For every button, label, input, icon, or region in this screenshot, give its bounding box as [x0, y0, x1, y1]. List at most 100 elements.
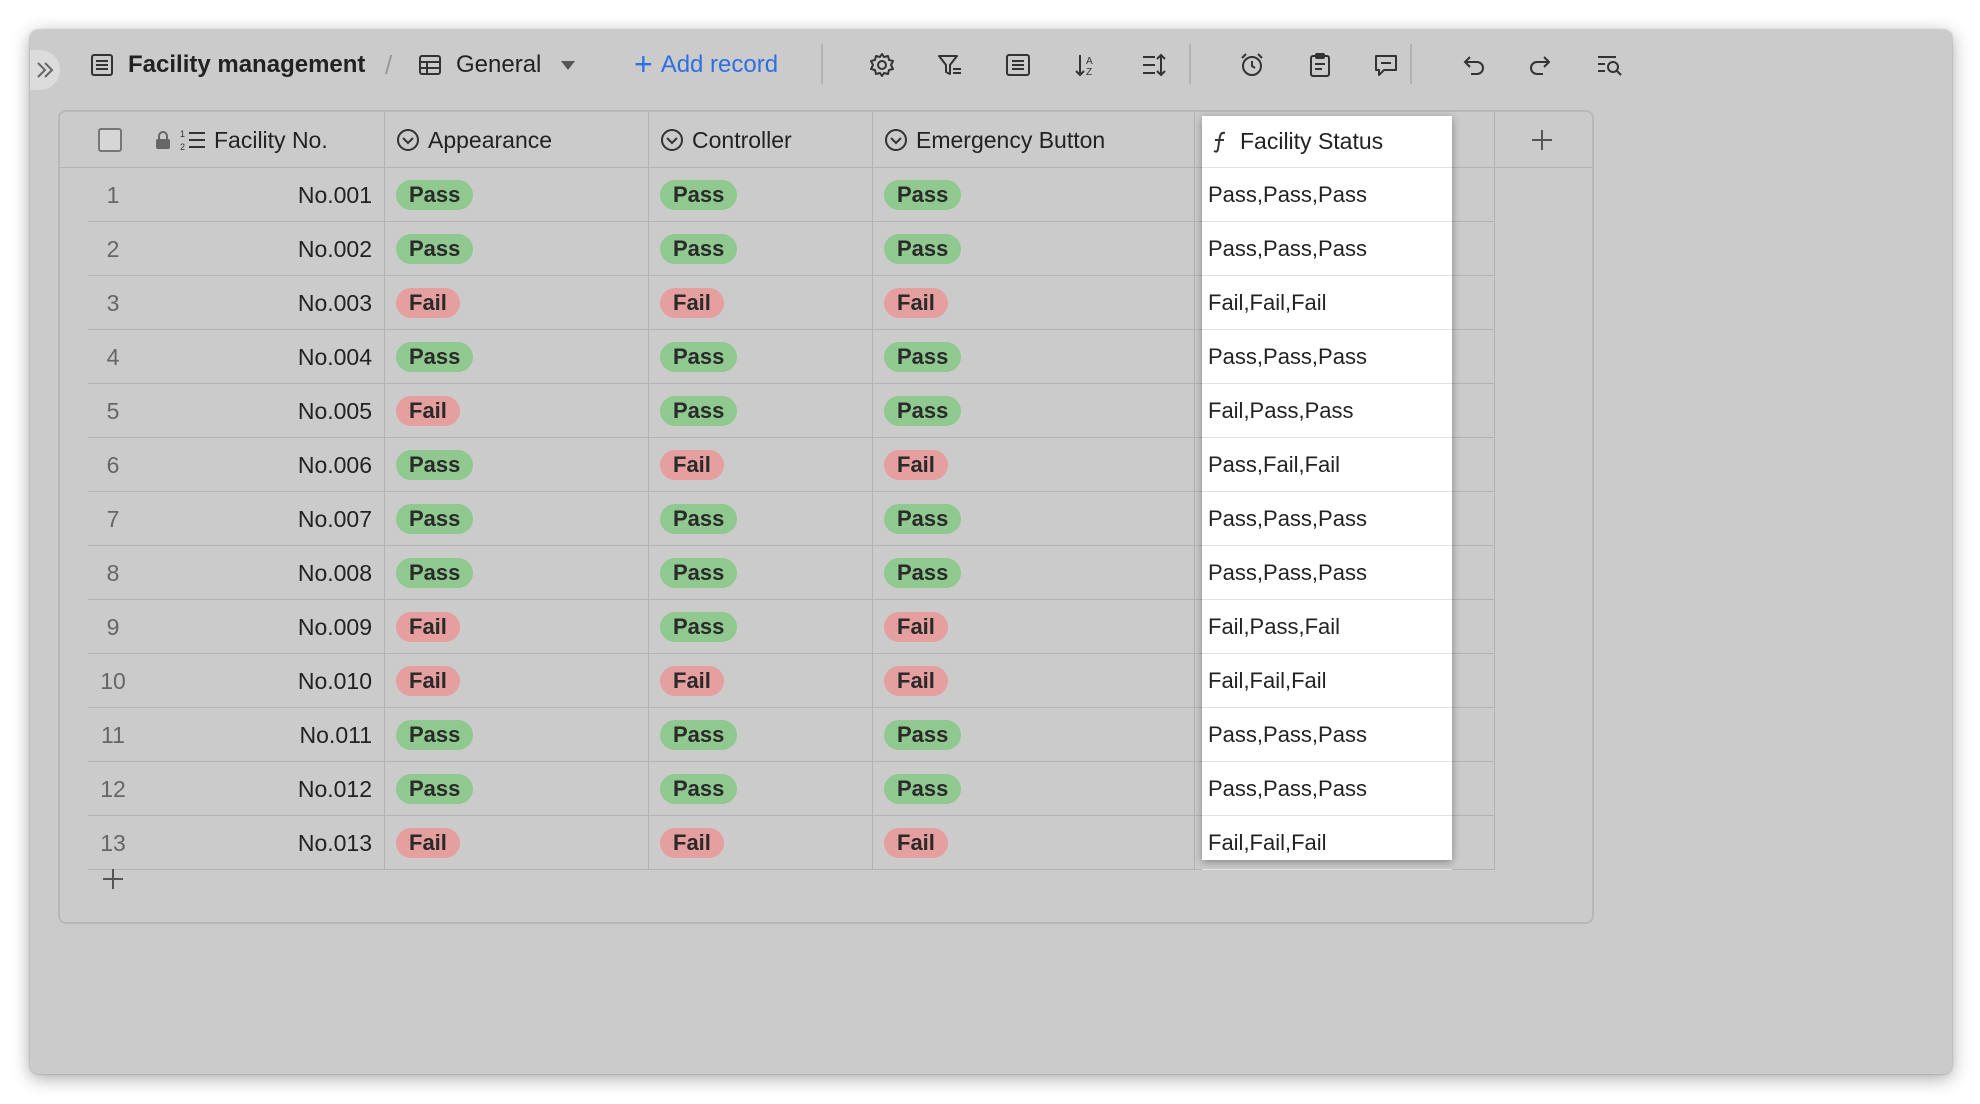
sort-button[interactable]: AZ [1066, 46, 1106, 84]
appearance-cell[interactable]: Fail [384, 276, 460, 330]
controller-cell[interactable]: Fail [648, 438, 724, 492]
controller-cell[interactable]: Pass [648, 168, 738, 222]
facility-status-cell[interactable]: Fail,Pass,Fail [1202, 600, 1452, 654]
facility-status-cell[interactable]: Pass,Pass,Pass [1202, 492, 1452, 546]
add-record-button[interactable]: + Add record [634, 48, 778, 82]
appearance-cell[interactable]: Fail [384, 816, 460, 870]
facility-status-cell[interactable]: Pass,Pass,Pass [1202, 222, 1452, 276]
facility-no-cell[interactable]: No.006 [138, 438, 384, 492]
emergency-cell[interactable]: Pass [872, 762, 962, 816]
view-selector[interactable]: General [418, 48, 576, 82]
controller-cell[interactable]: Pass [648, 330, 738, 384]
group-button[interactable] [998, 46, 1038, 84]
facility-no-cell[interactable]: No.013 [138, 816, 384, 870]
facility-no-cell[interactable]: No.003 [138, 276, 384, 330]
emergency-cell[interactable]: Pass [872, 708, 962, 762]
facility-status-cell[interactable]: Fail,Fail,Fail [1202, 276, 1452, 330]
facility-no-cell[interactable]: No.011 [138, 708, 384, 762]
facility-status-cell[interactable]: Fail,Pass,Pass [1202, 384, 1452, 438]
appearance-cell[interactable]: Pass [384, 222, 474, 276]
facility-no-cell[interactable]: No.010 [138, 654, 384, 708]
controller-cell[interactable]: Fail [648, 654, 724, 708]
column-header-emergency-button[interactable]: Emergency Button [884, 112, 1105, 168]
comment-button[interactable] [1366, 46, 1406, 84]
appearance-cell[interactable]: Pass [384, 762, 474, 816]
facility-status-cell[interactable]: Fail,Fail,Fail [1202, 816, 1452, 870]
facility-status-cell[interactable]: Pass,Pass,Pass [1202, 546, 1452, 600]
form-button[interactable] [1300, 46, 1340, 84]
emergency-cell[interactable]: Pass [872, 384, 962, 438]
clipboard-icon [1310, 53, 1330, 77]
appearance-cell[interactable]: Pass [384, 438, 474, 492]
row-height-button[interactable] [1134, 46, 1174, 84]
emergency-cell[interactable]: Fail [872, 654, 948, 708]
facility-no-cell[interactable]: No.001 [138, 168, 384, 222]
appearance-cell[interactable]: Fail [384, 600, 460, 654]
redo-button[interactable] [1520, 46, 1560, 84]
emergency-cell[interactable]: Pass [872, 492, 962, 546]
status-tag: Pass [884, 774, 962, 804]
reminder-button[interactable] [1232, 46, 1272, 84]
controller-cell[interactable]: Pass [648, 546, 738, 600]
select-all-checkbox[interactable] [98, 112, 122, 168]
row-number: 4 [106, 343, 120, 370]
row-number: 9 [106, 613, 120, 640]
facility-no-cell[interactable]: No.004 [138, 330, 384, 384]
appearance-cell[interactable]: Pass [384, 708, 474, 762]
appearance-cell[interactable]: Pass [384, 492, 474, 546]
facility-status-cell[interactable]: Pass,Pass,Pass [1202, 168, 1452, 222]
filter-button[interactable] [930, 46, 970, 84]
emergency-cell[interactable]: Fail [872, 438, 948, 492]
facility-status-column[interactable]: Facility Status Pass,Pass,Pass Pass,Pass,… [1202, 116, 1452, 870]
column-header-appearance[interactable]: Appearance [396, 112, 552, 168]
appearance-cell[interactable]: Fail [384, 384, 460, 438]
status-tag: Fail [660, 288, 724, 318]
emergency-cell[interactable]: Pass [872, 546, 962, 600]
emergency-cell[interactable]: Fail [872, 816, 948, 870]
status-tag: Fail [884, 666, 948, 696]
appearance-cell[interactable]: Fail [384, 654, 460, 708]
facility-no-cell[interactable]: No.002 [138, 222, 384, 276]
facility-no-cell[interactable]: No.008 [138, 546, 384, 600]
settings-button[interactable] [862, 46, 902, 84]
appearance-cell[interactable]: Pass [384, 546, 474, 600]
controller-cell[interactable]: Pass [648, 600, 738, 654]
facility-status-cell[interactable]: Pass,Pass,Pass [1202, 762, 1452, 816]
controller-cell[interactable]: Pass [648, 222, 738, 276]
facility-status-cell[interactable]: Fail,Fail,Fail [1202, 654, 1452, 708]
facility-status-cell[interactable]: Pass,Pass,Pass [1202, 708, 1452, 762]
emergency-cell[interactable]: Fail [872, 276, 948, 330]
emergency-cell[interactable]: Pass [872, 222, 962, 276]
column-header-facility-status[interactable]: Facility Status [1202, 116, 1452, 168]
add-column-button[interactable] [1492, 112, 1592, 168]
facility-no-cell[interactable]: No.007 [138, 492, 384, 546]
appearance-cell[interactable]: Pass [384, 330, 474, 384]
emergency-cell[interactable]: Fail [872, 600, 948, 654]
controller-cell[interactable]: Pass [648, 384, 738, 438]
expand-sidebar-button[interactable] [30, 50, 60, 90]
controller-cell[interactable]: Pass [648, 762, 738, 816]
facility-status-cell[interactable]: Pass,Pass,Pass [1202, 330, 1452, 384]
row-number: 2 [106, 235, 120, 262]
search-button[interactable] [1590, 46, 1630, 84]
undo-button[interactable] [1454, 46, 1494, 84]
controller-cell[interactable]: Fail [648, 276, 724, 330]
facility-status-cell[interactable]: Pass,Fail,Fail [1202, 438, 1452, 492]
status-tag: Pass [884, 342, 962, 372]
emergency-cell[interactable]: Pass [872, 330, 962, 384]
emergency-cell[interactable]: Pass [872, 168, 962, 222]
facility-no-cell[interactable]: No.005 [138, 384, 384, 438]
column-header-label: Emergency Button [916, 126, 1106, 153]
controller-cell[interactable]: Pass [648, 492, 738, 546]
facility-no-cell[interactable]: No.009 [138, 600, 384, 654]
controller-cell[interactable]: Fail [648, 816, 724, 870]
appearance-cell[interactable]: Pass [384, 168, 474, 222]
row-number: 8 [106, 559, 120, 586]
controller-cell[interactable]: Pass [648, 708, 738, 762]
table-title[interactable]: Facility management [90, 48, 365, 82]
status-tag: Pass [884, 396, 962, 426]
column-header-controller[interactable]: Controller [660, 112, 792, 168]
facility-no-cell[interactable]: No.012 [138, 762, 384, 816]
add-row-button[interactable] [98, 864, 128, 894]
column-header-facility-no[interactable]: 12 Facility No. [154, 112, 364, 168]
